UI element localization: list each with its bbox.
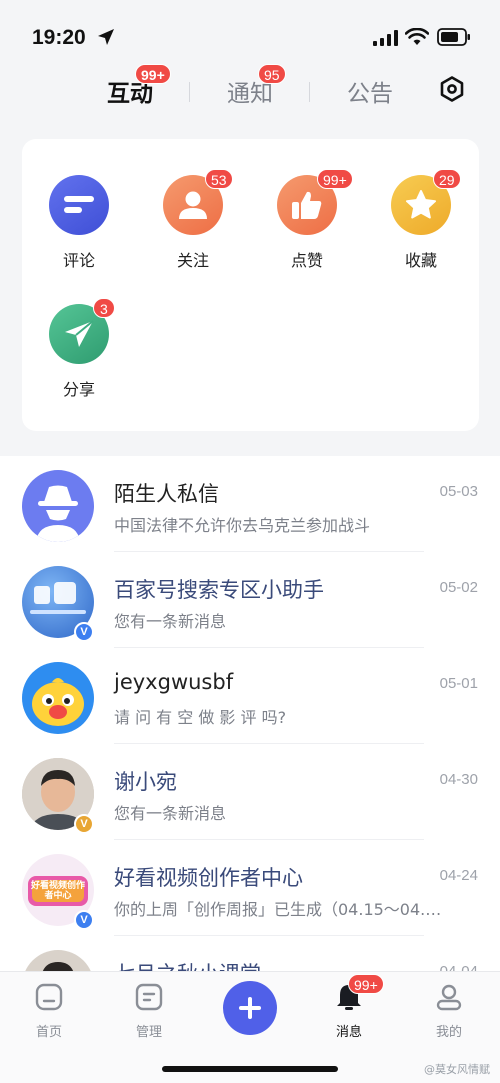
likes-label: 点赞 <box>290 251 323 270</box>
shares-badge: 3 <box>93 298 115 318</box>
verified-badge-icon: V <box>74 622 94 642</box>
watermark: @莫女风情赋 <box>424 1063 490 1076</box>
message-date: 05-01 <box>439 675 478 692</box>
list-item[interactable]: jeyxgwusbf 请 问 有 空 做 影 评 吗? 05-01 <box>0 648 500 744</box>
cartoon-avatar <box>22 662 94 734</box>
favorites-badge: 29 <box>433 169 461 189</box>
list-item[interactable]: 好看视频创作者中心 V 好看视频创作者中心 你的上周「创作周报」已生成（04.1… <box>0 840 500 936</box>
message-preview: 请 问 有 空 做 影 评 吗? <box>114 708 287 727</box>
nav-home-label: 首页 <box>35 1025 62 1040</box>
tab-notifications[interactable]: 通知 95 <box>227 64 286 108</box>
shares-label: 分享 <box>62 380 95 399</box>
follows-badge: 53 <box>205 169 233 189</box>
nav-profile[interactable]: 我的 <box>414 982 484 1040</box>
settings-icon[interactable] <box>439 76 465 102</box>
paper-plane-icon: 3 <box>49 298 115 364</box>
list-item[interactable]: 七月之秋小课堂 04-04 <box>0 936 500 971</box>
status-bar: 19:20 <box>0 0 500 70</box>
cellular-signal-icon <box>373 30 398 46</box>
wifi-icon <box>405 28 429 45</box>
message-date: 04-24 <box>439 867 478 884</box>
shares-button[interactable]: 3 分享 <box>39 298 119 400</box>
tab-divider <box>309 82 310 102</box>
bottom-nav: 首页 管理 99+ 消息 我的 @莫女风情赋 <box>0 971 500 1083</box>
tab-interaction-badge: 99+ <box>135 64 171 84</box>
comments-button[interactable]: 评论 <box>39 175 119 271</box>
comment-icon <box>49 175 109 235</box>
interaction-card: 评论 53 关注 99+ 点赞 29 收藏 3 分享 <box>22 139 479 431</box>
message-preview: 您有一条新消息 <box>114 804 227 823</box>
home-icon <box>34 982 64 1012</box>
message-sender: 七月之秋小课堂 <box>114 958 261 971</box>
user-photo-avatar <box>22 950 94 971</box>
likes-badge: 99+ <box>317 169 353 189</box>
tab-divider <box>189 82 190 102</box>
tab-notifications-badge: 95 <box>258 64 286 84</box>
comments-label: 评论 <box>62 251 95 270</box>
message-list: 陌生人私信 中国法律不允许你去乌克兰参加战斗 05-03 V 百家号搜索专区小助… <box>0 456 500 971</box>
person-icon: 53 <box>163 169 233 235</box>
tab-announcements-label: 公告 <box>347 81 393 107</box>
message-date: 05-02 <box>439 579 478 596</box>
message-preview: 你的上周「创作周报」已生成（04.15～04.21） <box>114 900 444 919</box>
message-date: 05-03 <box>439 483 478 500</box>
follows-label: 关注 <box>176 251 209 270</box>
list-item[interactable]: V 百家号搜索专区小助手 您有一条新消息 05-02 <box>0 552 500 648</box>
nav-manage-label: 管理 <box>135 1025 162 1040</box>
nav-messages-label: 消息 <box>335 1025 362 1040</box>
list-item[interactable]: V 谢小宛 您有一条新消息 04-30 <box>0 744 500 840</box>
message-date: 04-30 <box>439 771 478 788</box>
follows-button[interactable]: 53 关注 <box>153 169 233 271</box>
incognito-avatar <box>22 470 94 542</box>
tab-announcements[interactable]: 公告 <box>347 74 393 108</box>
top-tabs: 互动 99+ 通知 95 公告 <box>0 64 500 110</box>
nav-profile-label: 我的 <box>435 1025 462 1040</box>
message-sender: 好看视频创作者中心 <box>114 866 303 890</box>
favorites-button[interactable]: 29 收藏 <box>381 169 461 271</box>
bell-icon: 99+ <box>334 974 384 1012</box>
message-sender: 百家号搜索专区小助手 <box>114 578 324 602</box>
location-arrow-icon <box>98 29 114 45</box>
message-preview: 中国法律不允许你去乌克兰参加战斗 <box>114 516 371 535</box>
message-date: 04-04 <box>440 963 478 971</box>
message-preview: 您有一条新消息 <box>114 612 227 631</box>
creator-center-avatar-text: 好看视频创作者中心 <box>30 881 85 901</box>
nav-home[interactable]: 首页 <box>14 982 84 1040</box>
verified-badge-icon: V <box>74 910 94 930</box>
favorites-label: 收藏 <box>404 251 437 270</box>
status-time: 19:20 <box>32 26 86 49</box>
nav-messages-badge: 99+ <box>348 974 384 994</box>
tab-interaction-label: 互动 <box>107 81 153 107</box>
nav-messages[interactable]: 99+ 消息 <box>314 974 384 1040</box>
create-plus-button[interactable] <box>223 981 277 1035</box>
list-item[interactable]: 陌生人私信 中国法律不允许你去乌克兰参加战斗 05-03 <box>0 456 500 552</box>
verified-badge-icon: V <box>74 814 94 834</box>
home-indicator[interactable] <box>162 1066 338 1072</box>
tab-interaction[interactable]: 互动 99+ <box>107 64 171 108</box>
message-sender: 谢小宛 <box>114 770 177 794</box>
thumbs-up-icon: 99+ <box>277 169 353 235</box>
profile-icon <box>434 982 464 1012</box>
star-icon: 29 <box>391 169 461 235</box>
battery-icon <box>437 28 470 46</box>
tab-notifications-label: 通知 <box>227 81 273 107</box>
nav-manage[interactable]: 管理 <box>114 982 184 1040</box>
plus-icon <box>239 997 261 1019</box>
likes-button[interactable]: 99+ 点赞 <box>267 169 353 271</box>
message-sender: jeyxgwusbf <box>114 670 234 694</box>
manage-icon <box>134 982 164 1012</box>
message-sender: 陌生人私信 <box>114 482 219 506</box>
